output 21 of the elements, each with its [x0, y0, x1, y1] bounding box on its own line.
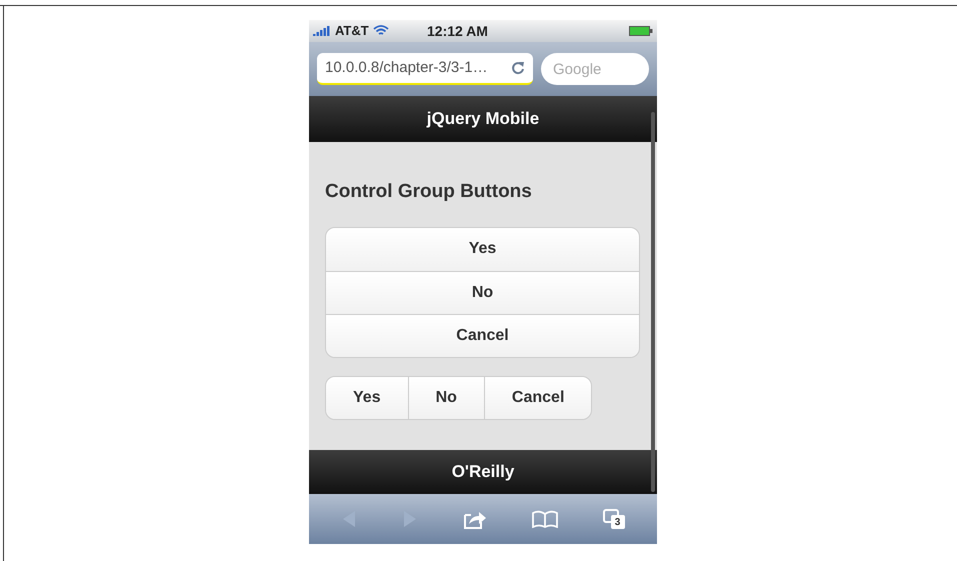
search-field[interactable]: Google	[541, 53, 649, 85]
battery-icon	[629, 26, 653, 36]
group-button[interactable]: No	[408, 376, 484, 418]
signal-icon	[313, 26, 331, 36]
group-button[interactable]: Yes	[326, 228, 639, 270]
footer-title: O'Reilly	[452, 461, 514, 484]
tab-count: 3	[610, 515, 625, 529]
wifi-icon	[372, 25, 389, 37]
group-button[interactable]: Cancel	[484, 376, 592, 418]
group-button[interactable]: No	[326, 270, 639, 314]
reload-icon[interactable]	[511, 61, 525, 75]
group-button[interactable]: Yes	[326, 376, 408, 418]
url-field[interactable]: 10.0.0.8/chapter-3/3-1…	[317, 53, 533, 85]
url-text: 10.0.0.8/chapter-3/3-1…	[325, 58, 489, 78]
header-title: jQuery Mobile	[426, 108, 540, 130]
page-heading: Control Group Buttons	[325, 180, 533, 204]
book-icon[interactable]	[532, 510, 558, 528]
share-icon[interactable]	[462, 509, 487, 529]
group-button[interactable]: Cancel	[326, 314, 639, 356]
clock-time: 12:12 AM	[426, 22, 489, 40]
carrier-name: AT&T	[335, 22, 369, 40]
